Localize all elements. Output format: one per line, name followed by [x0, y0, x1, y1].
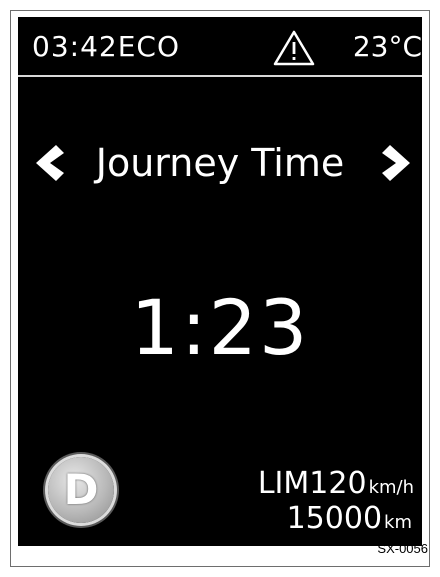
odometer: 15000 km: [287, 503, 412, 539]
menu-selector: Journey Time: [18, 139, 422, 189]
menu-title: Journey Time: [95, 141, 345, 185]
warning-triangle-icon: [273, 30, 315, 66]
speed-limit-unit: km/h: [368, 477, 414, 498]
gear-letter: D: [63, 465, 99, 514]
instrument-display: 03:42ECO 23°C Journey Time 1:23 D LIM120…: [18, 17, 422, 546]
speed-limit-label: LIM: [257, 466, 310, 501]
time-and-drive-mode: 03:42ECO: [32, 31, 180, 63]
chevron-right-icon[interactable]: [382, 143, 416, 183]
status-divider: [18, 75, 422, 77]
outside-temperature: 23°C: [352, 30, 422, 63]
odometer-unit: km: [384, 512, 412, 533]
journey-time-value: 1:23: [130, 283, 310, 372]
speed-limit-value: 120: [309, 466, 367, 501]
figure-code: SX-0056: [377, 541, 428, 556]
chevron-left-icon[interactable]: [30, 143, 64, 183]
drive-mode: ECO: [117, 30, 180, 63]
speed-limit: LIM120 km/h: [258, 469, 414, 503]
status-bar: 03:42ECO 23°C: [18, 17, 422, 77]
gear-indicator: D: [48, 457, 114, 523]
odometer-value: 15000: [286, 501, 383, 536]
clock-time: 03:42: [32, 30, 118, 63]
